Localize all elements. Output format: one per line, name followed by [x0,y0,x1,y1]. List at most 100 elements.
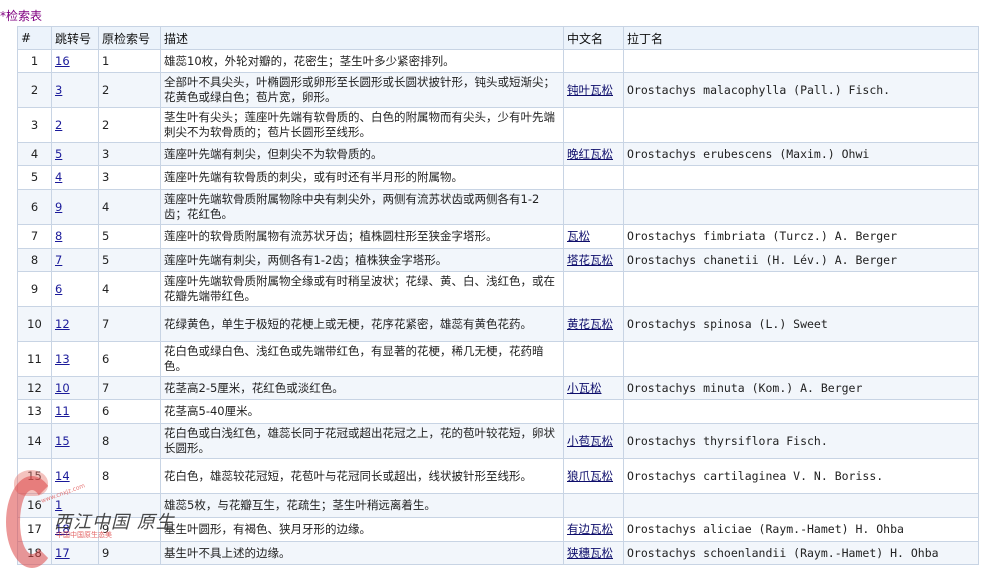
page-title: *检索表 [0,8,42,24]
cell-jump-link[interactable]: 5 [55,147,62,161]
cell-orig: 5 [98,248,161,272]
cell-latin-name: Orostachys fimbriata (Turcz.) A. Berger [623,224,979,249]
cell-orig: 3 [98,165,161,190]
cell-jump-link[interactable]: 7 [55,253,62,267]
cell-chinese-name-link[interactable]: 瓦松 [567,229,590,243]
cell-description: 基生叶圆形，有褐色、狭月牙形的边缘。 [160,517,564,542]
cell-jump-link[interactable]: 12 [55,317,70,331]
cell-latin-name: Orostachys thyrsiflora Fisch. [623,423,979,459]
cell-chinese-name-link[interactable]: 小苞瓦松 [567,434,613,448]
cell-latin-name: Orostachys cartilaginea V. N. Boriss. [623,458,979,494]
cell-orig: 8 [98,423,161,459]
cell-chinese-name: 狼爪瓦松 [563,458,624,494]
cell-chinese-name-link[interactable]: 有边瓦松 [567,522,613,536]
cell-jump-link[interactable]: 11 [55,404,70,418]
cell-description: 花茎高5-40厘米。 [160,399,564,424]
cell-jump-link[interactable]: 9 [55,200,62,214]
cell-index: 11 [17,341,52,377]
cell-jump-link[interactable]: 8 [55,229,62,243]
cell-chinese-name: 瓦松 [563,224,624,249]
cell-description: 莲座叶先端有软骨质的刺尖，或有时还有半月形的附属物。 [160,165,564,190]
cell-chinese-name-link[interactable]: 黄花瓦松 [567,317,613,331]
cell-jump: 16 [51,49,99,73]
header-orig: 原检索号 [98,26,161,50]
cell-orig: 9 [98,541,161,565]
cell-chinese-name: 狭穗瓦松 [563,541,624,565]
cell-jump-link[interactable]: 10 [55,381,70,395]
cell-latin-name [623,399,979,424]
cell-chinese-name-link[interactable]: 塔花瓦松 [567,253,613,267]
cell-index: 8 [17,248,52,272]
cell-index: 12 [17,376,52,400]
cell-latin-name: Orostachys spinosa (L.) Sweet [623,306,979,342]
cell-jump-link[interactable]: 6 [55,282,62,296]
cell-chinese-name: 黄花瓦松 [563,306,624,342]
cell-description: 莲座叶先端有刺尖，但刺尖不为软骨质的。 [160,142,564,166]
cell-jump: 6 [51,271,99,307]
cell-description: 雄蕊5枚，与花瓣互生，花疏生；茎生叶稍远离着生。 [160,493,564,518]
table-body: 1 16 1 雄蕊10枚，外轮对瓣的，花密生；茎生叶多少紧密排列。 2 3 2 全部叶不具尖头… [17,49,979,565]
cell-latin-name: Orostachys malacophylla (Pall.) Fisch. [623,72,979,108]
cell-index: 3 [17,107,52,143]
cell-orig: 9 [98,517,161,542]
table-row: 5 4 3 莲座叶先端有软骨质的刺尖，或有时还有半月形的附属物。 [17,165,979,190]
cell-description: 花白色或白浅红色，雄蕊长同于花冠或超出花冠之上，花的苞叶较花短，卵状长圆形。 [160,423,564,459]
cell-jump-link[interactable]: 18 [55,522,70,536]
table-row: 6 9 4 莲座叶先端软骨质附属物除中央有刺尖外，两侧有流苏状齿或两侧各有1-2齿；花… [17,189,979,225]
table-row: 10 12 7 花绿黄色，单生于极短的花梗上或无梗，花序花紧密，雄蕊有黄色花药。 黄花瓦… [17,306,979,342]
table-row: 8 7 5 莲座叶先端有刺尖，两侧各有1-2齿；植株狭金字塔形。 塔花瓦松 Orostac… [17,248,979,272]
cell-jump-link[interactable]: 2 [55,118,62,132]
cell-chinese-name [563,493,624,518]
cell-orig: 2 [98,107,161,143]
cell-description: 全部叶不具尖头，叶椭圆形或卵形至长圆形或长圆状披针形，钝头或短渐尖；花黄色或绿白… [160,72,564,108]
cell-chinese-name: 小苞瓦松 [563,423,624,459]
cell-orig: 4 [98,271,161,307]
header-latin-name: 拉丁名 [623,26,979,50]
cell-jump: 17 [51,541,99,565]
cell-chinese-name-link[interactable]: 晚红瓦松 [567,147,613,161]
cell-jump-link[interactable]: 15 [55,434,70,448]
cell-jump: 18 [51,517,99,542]
cell-orig: 8 [98,458,161,494]
cell-chinese-name-link[interactable]: 钝叶瓦松 [567,83,613,97]
cell-description: 基生叶不具上述的边缘。 [160,541,564,565]
cell-orig: 2 [98,72,161,108]
cell-jump-link[interactable]: 13 [55,352,70,366]
cell-orig: 6 [98,341,161,377]
cell-chinese-name [563,341,624,377]
table-header-row: # 跳转号 原检索号 描述 中文名 拉丁名 [17,26,979,50]
cell-jump-link[interactable]: 3 [55,83,62,97]
table-row: 7 8 5 莲座叶的软骨质附属物有流苏状牙齿；植株圆柱形至狭金字塔形。 瓦松 Orosta… [17,224,979,249]
cell-index: 9 [17,271,52,307]
cell-chinese-name-link[interactable]: 狼爪瓦松 [567,469,613,483]
cell-jump-link[interactable]: 1 [55,498,62,512]
cell-jump-link[interactable]: 4 [55,170,62,184]
table-row: 9 6 4 莲座叶先端软骨质附属物全缘或有时稍呈波状；花绿、黄、白、浅红色，或在花瓣先… [17,271,979,307]
cell-description: 花绿黄色，单生于极短的花梗上或无梗，花序花紧密，雄蕊有黄色花药。 [160,306,564,342]
cell-chinese-name: 有边瓦松 [563,517,624,542]
cell-jump: 10 [51,376,99,400]
cell-chinese-name-link[interactable]: 狭穗瓦松 [567,546,613,560]
cell-jump-link[interactable]: 14 [55,469,70,483]
cell-chinese-name-link[interactable]: 小瓦松 [567,381,602,395]
table-row: 15 14 8 花白色，雄蕊较花冠短，花苞叶与花冠同长或超出，线状披针形至线形。 狼爪瓦… [17,458,979,494]
table-row: 12 10 7 花茎高2-5厘米，花红色或淡红色。 小瓦松 Orostachys minu… [17,376,979,400]
cell-chinese-name [563,271,624,307]
title-text: 检索表 [6,9,43,23]
cell-index: 2 [17,72,52,108]
cell-index: 13 [17,399,52,424]
cell-index: 15 [17,458,52,494]
table-row: 2 3 2 全部叶不具尖头，叶椭圆形或卵形至长圆形或长圆状披针形，钝头或短渐尖；花黄色… [17,72,979,108]
cell-latin-name [623,49,979,73]
cell-chinese-name: 小瓦松 [563,376,624,400]
cell-description: 莲座叶先端软骨质附属物全缘或有时稍呈波状；花绿、黄、白、浅红色，或在花瓣先端带红… [160,271,564,307]
cell-description: 花茎高2-5厘米，花红色或淡红色。 [160,376,564,400]
cell-jump-link[interactable]: 16 [55,54,70,68]
table-row: 11 13 6 花白色或绿白色、浅红色或先端带红色，有显著的花梗，稀几无梗，花药暗色。 [17,341,979,377]
cell-latin-name [623,165,979,190]
table-row: 3 2 2 茎生叶有尖头；莲座叶先端有软骨质的、白色的附属物而有尖头，少有叶先端刺尖不… [17,107,979,143]
table-row: 14 15 8 花白色或白浅红色，雄蕊长同于花冠或超出花冠之上，花的苞叶较花短，卵状长… [17,423,979,459]
cell-index: 5 [17,165,52,190]
cell-chinese-name: 塔花瓦松 [563,248,624,272]
cell-jump-link[interactable]: 17 [55,546,70,560]
